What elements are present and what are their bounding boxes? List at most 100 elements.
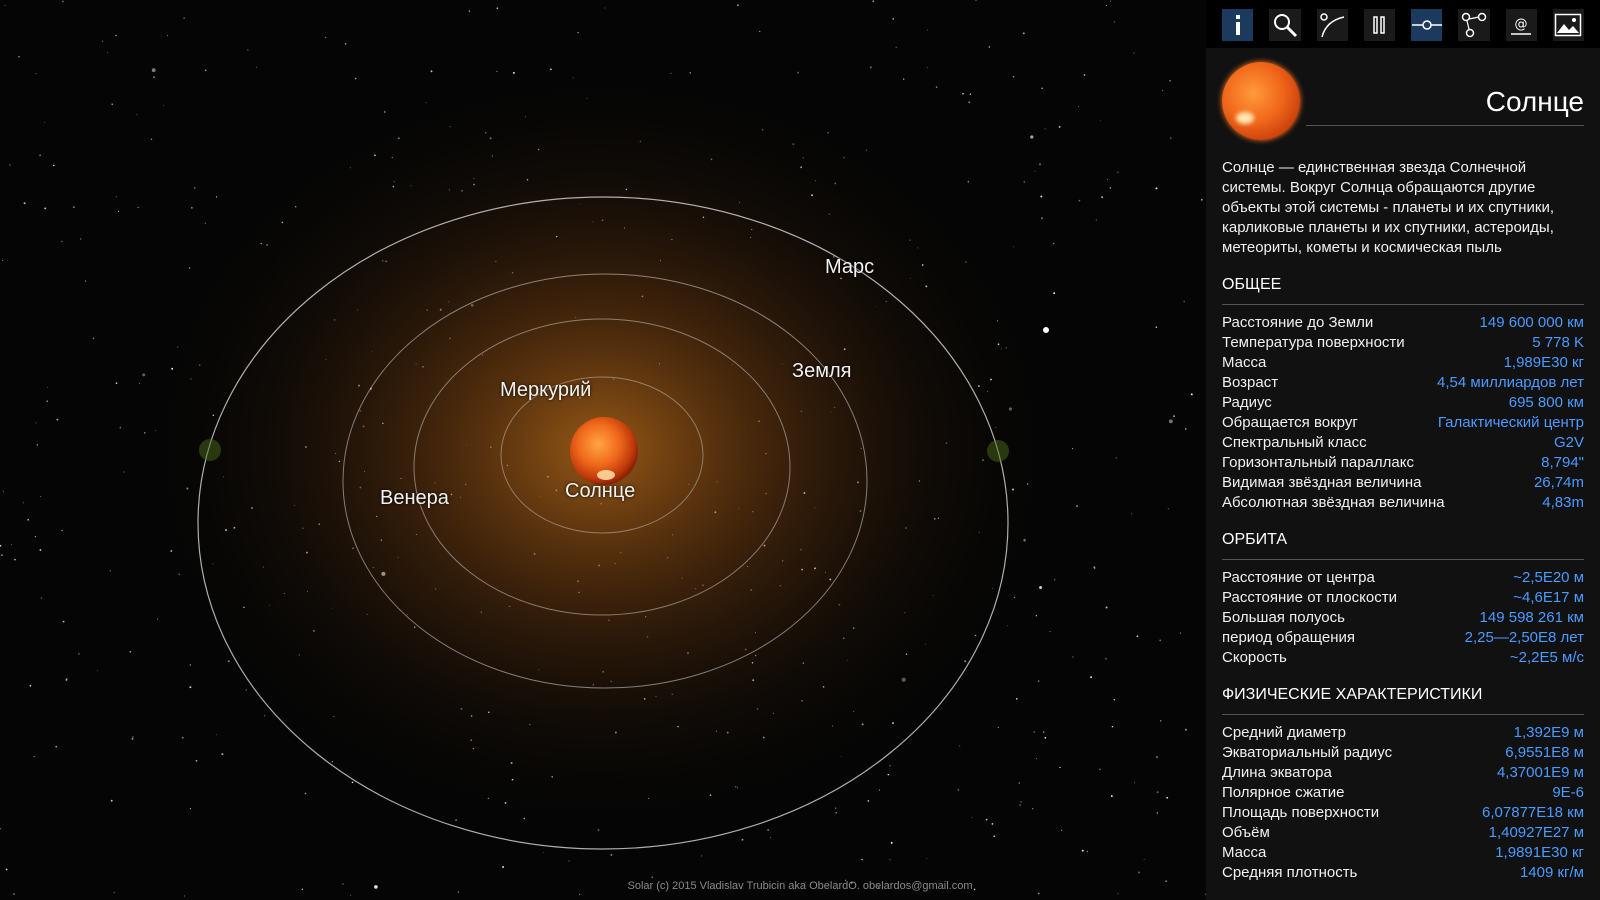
star xyxy=(1042,731,1045,733)
star xyxy=(34,536,36,538)
label-mercury[interactable]: Меркурий xyxy=(500,379,591,402)
property-row: Радиус 695 800 км xyxy=(1222,393,1584,413)
property-label: Масса xyxy=(1222,844,1267,861)
star xyxy=(1059,766,1061,769)
star xyxy=(1109,187,1112,189)
star xyxy=(797,71,800,74)
star xyxy=(374,885,378,889)
property-value: 8,794" xyxy=(1541,454,1584,471)
star xyxy=(1161,89,1164,92)
star xyxy=(35,73,37,75)
property-value: G2V xyxy=(1553,434,1584,451)
star xyxy=(215,734,217,736)
star xyxy=(39,549,42,551)
solar-system-viewport[interactable]: Марс Земля Меркурий Венера Солнце Solar … xyxy=(0,0,1206,900)
star xyxy=(967,181,969,183)
search-icon[interactable] xyxy=(1269,9,1301,41)
star xyxy=(542,851,544,853)
star xyxy=(903,78,905,80)
star xyxy=(40,495,42,497)
star xyxy=(1023,181,1026,183)
label-mars[interactable]: Марс xyxy=(825,256,874,279)
star xyxy=(1180,632,1181,634)
property-row: Большая полуось 149 598 261 км xyxy=(1222,608,1584,628)
star xyxy=(1033,731,1035,733)
star xyxy=(118,210,120,212)
property-row: Обращается вокруг Галактический центр xyxy=(1222,413,1584,433)
star xyxy=(47,387,48,388)
property-value: 2,25—2,50E8 лет xyxy=(1464,629,1584,646)
star xyxy=(256,66,257,68)
property-row: Расстояние от плоскости ~4,6E17 м xyxy=(1222,588,1584,608)
share-nodes-icon[interactable] xyxy=(1458,9,1490,41)
star xyxy=(1090,676,1093,679)
star xyxy=(1105,4,1107,7)
star xyxy=(1076,505,1078,507)
star xyxy=(1041,217,1043,220)
star xyxy=(737,4,739,7)
orbit-path-icon[interactable] xyxy=(1316,9,1348,41)
property-value: ~2,5E20 м xyxy=(1513,569,1584,586)
star xyxy=(29,684,32,687)
star xyxy=(1105,606,1108,609)
mars-marker[interactable] xyxy=(199,439,221,461)
property-label: Расстояние от плоскости xyxy=(1222,589,1397,606)
star xyxy=(195,759,198,762)
star xyxy=(835,807,837,809)
star xyxy=(183,17,185,19)
ecliptic-icon[interactable] xyxy=(1411,9,1443,41)
section-title: ОРБИТА xyxy=(1222,531,1584,560)
property-value: 1409 кг/м xyxy=(1519,864,1584,881)
star xyxy=(189,686,192,689)
label-venus[interactable]: Венера xyxy=(380,487,449,510)
star xyxy=(971,816,973,818)
planet-marker[interactable] xyxy=(987,440,1009,462)
info-panel[interactable]: Солнце Солнце — единственная звезда Солн… xyxy=(1206,48,1600,900)
star xyxy=(1101,196,1104,199)
star xyxy=(18,55,20,58)
star xyxy=(1138,871,1140,874)
star xyxy=(2,490,4,492)
info-icon[interactable] xyxy=(1222,9,1254,41)
star xyxy=(354,77,357,80)
star xyxy=(137,207,139,209)
star xyxy=(1201,199,1203,201)
star xyxy=(457,891,460,893)
star xyxy=(496,7,499,9)
at-icon[interactable]: @ xyxy=(1505,9,1537,41)
star xyxy=(191,207,193,209)
property-label: Температура поверхности xyxy=(1222,334,1405,351)
divider xyxy=(1306,125,1584,126)
property-label: Площадь поверхности xyxy=(1222,804,1380,821)
star xyxy=(887,773,890,776)
property-label: Скорость xyxy=(1222,649,1287,666)
star xyxy=(502,866,505,868)
property-label: Экваториальный радиус xyxy=(1222,744,1393,761)
image-icon[interactable] xyxy=(1552,9,1584,41)
star xyxy=(872,0,875,3)
label-sun[interactable]: Солнце xyxy=(565,480,635,503)
property-row: Масса 1,989E30 кг xyxy=(1222,353,1584,373)
star xyxy=(1170,137,1172,139)
star xyxy=(115,196,118,198)
star xyxy=(115,382,118,385)
orbit-canvas xyxy=(0,0,1206,897)
star xyxy=(189,808,191,810)
property-row: период обращения 2,25—2,50E8 лет xyxy=(1222,628,1584,648)
star xyxy=(215,196,218,198)
star xyxy=(975,0,977,1)
property-label: Расстояние до Земли xyxy=(1222,314,1374,331)
star xyxy=(1131,513,1133,515)
star xyxy=(926,67,928,69)
star xyxy=(861,858,863,861)
label-earth[interactable]: Земля xyxy=(792,360,851,383)
star xyxy=(1019,804,1021,806)
property-row: Полярное сжатие 9E-6 xyxy=(1222,783,1584,803)
star xyxy=(1167,508,1169,510)
sections: ОБЩЕЕ Расстояние до Земли 149 600 000 км Те… xyxy=(1222,276,1584,883)
star xyxy=(1159,720,1162,722)
star xyxy=(1169,80,1171,82)
star xyxy=(1107,179,1108,181)
pause-icon[interactable] xyxy=(1363,9,1395,41)
panel-header: Солнце xyxy=(1222,48,1584,140)
